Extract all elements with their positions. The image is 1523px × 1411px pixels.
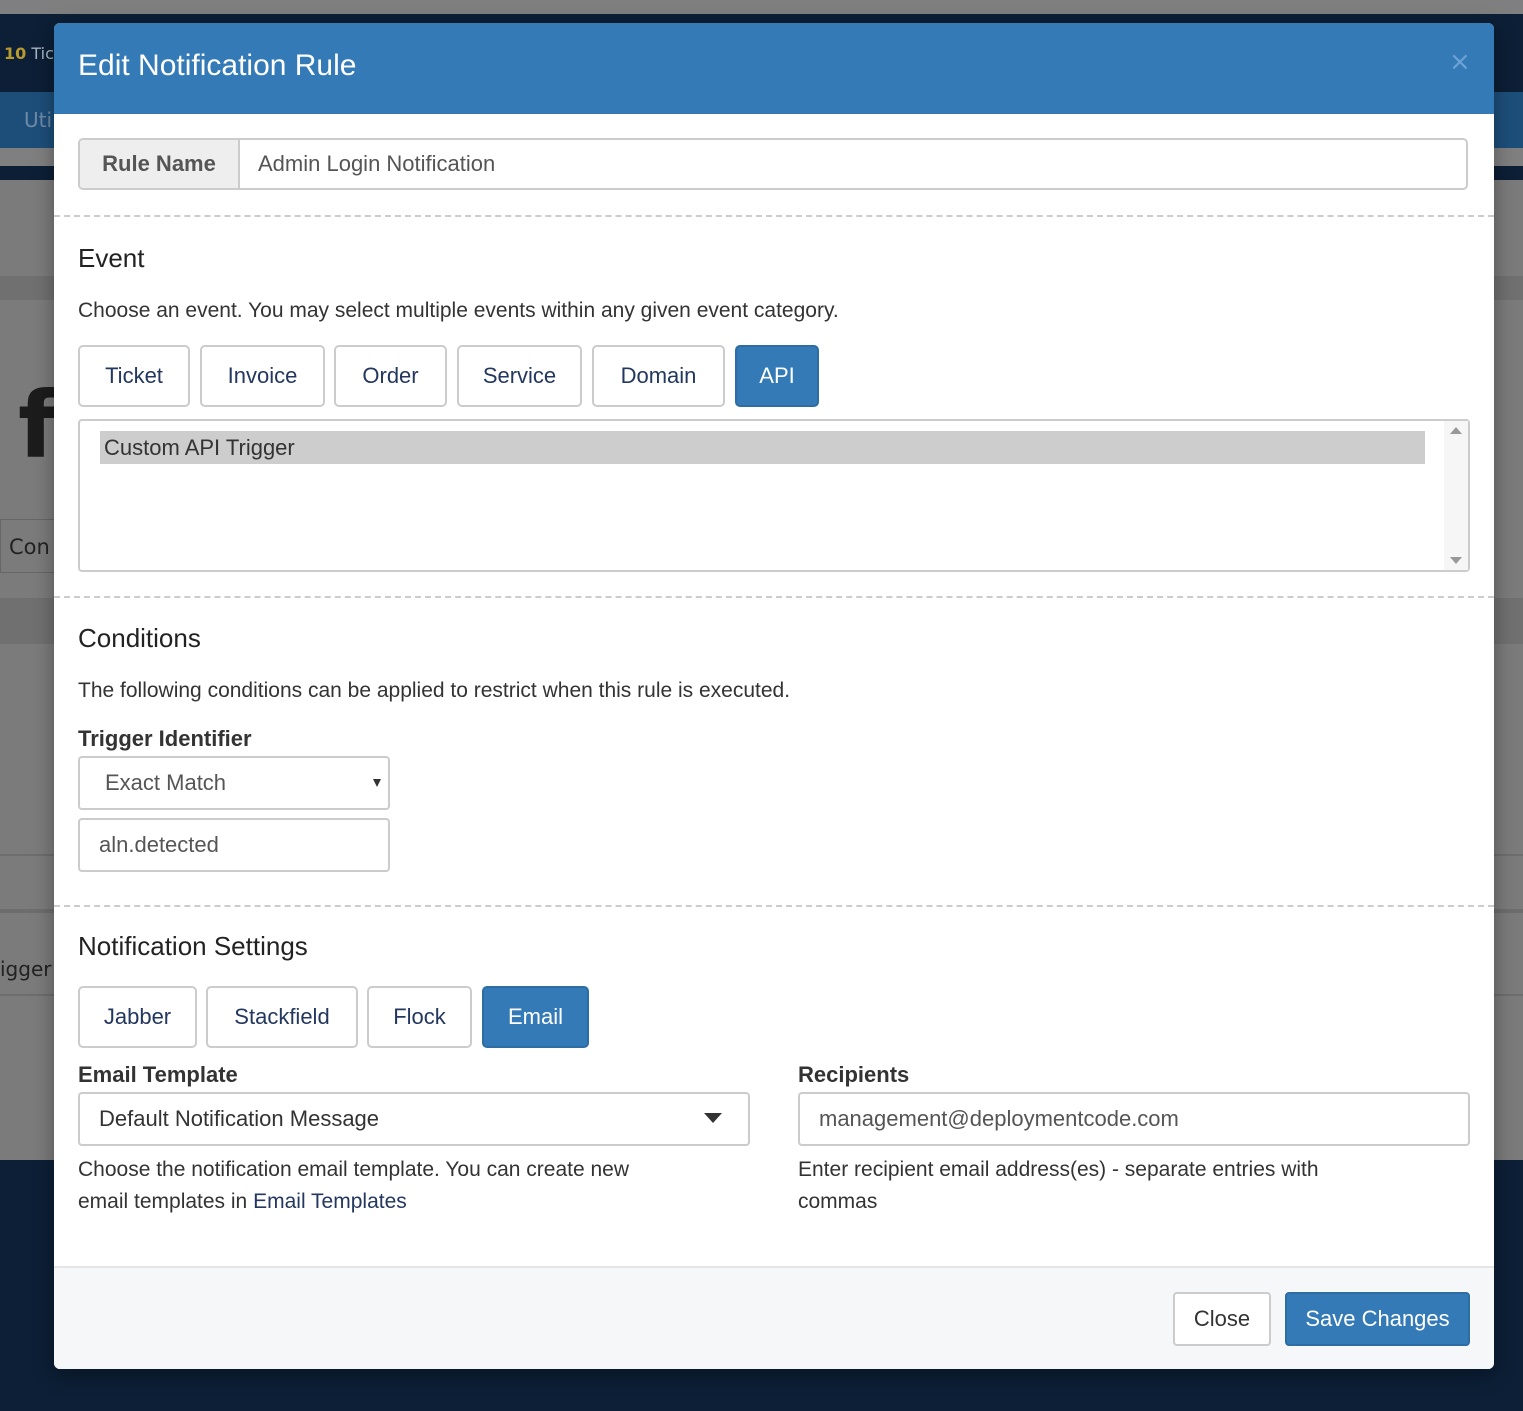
tab-invoice[interactable]: Invoice bbox=[200, 345, 325, 407]
match-type-select[interactable]: Exact Match bbox=[78, 756, 390, 810]
section-divider bbox=[54, 596, 1494, 598]
trigger-identifier-value: aln.detected bbox=[99, 832, 219, 857]
section-divider bbox=[54, 905, 1494, 907]
modal-title: Edit Notification Rule bbox=[78, 49, 357, 82]
rule-name-label: Rule Name bbox=[80, 140, 240, 188]
email-template-select[interactable]: Default Notification Message bbox=[78, 1092, 750, 1146]
rule-name-input[interactable]: Admin Login Notification bbox=[258, 140, 495, 188]
event-title: Event bbox=[78, 243, 145, 273]
bg-large-letter: f bbox=[18, 372, 59, 479]
event-listbox[interactable]: Custom API Trigger bbox=[78, 419, 1470, 572]
recipients-help-line: commas bbox=[798, 1190, 878, 1213]
recipients-value: management@deploymentcode.com bbox=[819, 1106, 1179, 1131]
bg-cont-box: Con bbox=[0, 519, 56, 573]
trigger-identifier-label: Trigger Identifier bbox=[78, 726, 252, 751]
chevron-down-icon bbox=[373, 779, 381, 787]
recipients-input[interactable]: management@deploymentcode.com bbox=[798, 1092, 1470, 1146]
email-template-help-text: email templates in bbox=[78, 1190, 248, 1213]
scroll-down-arrow-icon[interactable] bbox=[1450, 557, 1462, 564]
recipients-help-line: Enter recipient email address(es) - sepa… bbox=[798, 1158, 1319, 1181]
tab-order[interactable]: Order bbox=[334, 345, 447, 407]
close-icon[interactable]: × bbox=[1449, 47, 1471, 77]
modal-footer bbox=[54, 1266, 1494, 1369]
match-type-value: Exact Match bbox=[105, 770, 227, 795]
email-template-value: Default Notification Message bbox=[99, 1106, 380, 1131]
conditions-title: Conditions bbox=[78, 623, 201, 653]
tab-stackfield[interactable]: Stackfield bbox=[206, 986, 358, 1048]
email-templates-link[interactable]: Email Templates bbox=[253, 1190, 407, 1213]
email-template-help-line: Choose the notification email template. … bbox=[78, 1158, 630, 1181]
save-changes-button[interactable]: Save Changes bbox=[1285, 1292, 1470, 1346]
edit-notification-rule-modal: Edit Notification Rule × Rule Name Admin… bbox=[54, 23, 1494, 1369]
tab-flock[interactable]: Flock bbox=[367, 986, 472, 1048]
list-item[interactable]: Custom API Trigger bbox=[100, 431, 1425, 464]
recipients-label: Recipients bbox=[798, 1062, 910, 1087]
close-button[interactable]: Close bbox=[1173, 1292, 1271, 1346]
email-template-help: Choose the notification email template. … bbox=[78, 1154, 750, 1218]
tab-ticket[interactable]: Ticket bbox=[78, 345, 190, 407]
rule-name-group: Rule Name Admin Login Notification bbox=[78, 138, 1468, 190]
listbox-scrollbar[interactable] bbox=[1444, 421, 1468, 570]
tab-domain[interactable]: Domain bbox=[592, 345, 725, 407]
chevron-down-icon bbox=[704, 1113, 722, 1123]
bg-nav-item: Uti bbox=[24, 108, 53, 132]
tab-service[interactable]: Service bbox=[457, 345, 582, 407]
event-description: Choose an event. You may select multiple… bbox=[78, 299, 839, 322]
bg-cont-text: Con bbox=[9, 535, 50, 559]
tab-email[interactable]: Email bbox=[482, 986, 589, 1048]
section-divider bbox=[54, 215, 1494, 217]
bg-tickets-number: 10 bbox=[4, 44, 27, 63]
scroll-up-arrow-icon[interactable] bbox=[1450, 427, 1462, 434]
trigger-identifier-input[interactable]: aln.detected bbox=[78, 818, 390, 872]
bg-tickets-label: Tic bbox=[31, 44, 54, 63]
email-template-label: Email Template bbox=[78, 1062, 238, 1087]
bg-tickets-count: 10 Tic bbox=[4, 44, 54, 63]
tab-api[interactable]: API bbox=[735, 345, 819, 407]
modal-header: Edit Notification Rule × bbox=[54, 23, 1494, 114]
notification-settings-title: Notification Settings bbox=[78, 931, 308, 961]
recipients-help: Enter recipient email address(es) - sepa… bbox=[798, 1154, 1470, 1218]
conditions-description: The following conditions can be applied … bbox=[78, 679, 791, 702]
bg-trigger-text: igger bbox=[0, 957, 52, 981]
tab-jabber[interactable]: Jabber bbox=[78, 986, 197, 1048]
email-template-help-line: email templates in Email Templates bbox=[78, 1186, 750, 1218]
